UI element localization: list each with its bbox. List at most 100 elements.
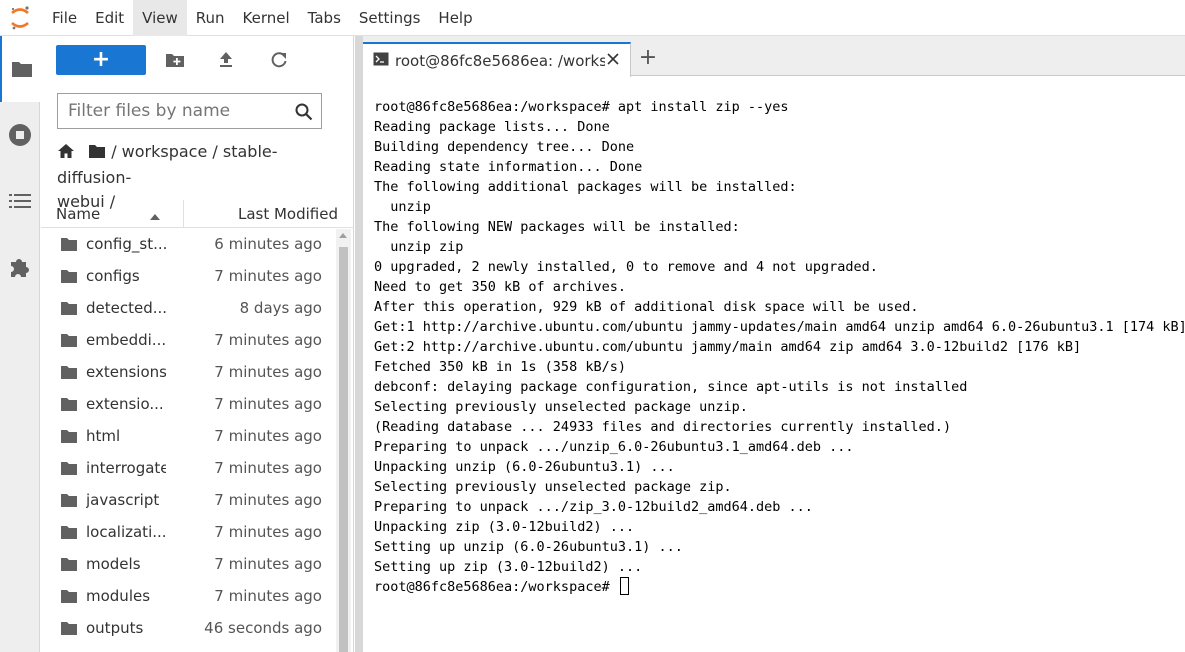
folder-icon (60, 301, 78, 320)
running-stop-icon (9, 124, 31, 146)
file-list-header: Name Last Modified (41, 200, 354, 228)
upload-icon (220, 52, 232, 67)
file-filter-input[interactable] (68, 101, 288, 121)
terminal-line: Selecting previously unselected package … (374, 479, 732, 495)
file-name: outputs (86, 619, 144, 637)
list-item[interactable]: config_st... 6 minutes ago (41, 229, 336, 261)
file-filter-box (57, 93, 322, 129)
list-item[interactable]: embeddi... 7 minutes ago (41, 325, 336, 357)
new-tab-button[interactable]: + (633, 43, 663, 73)
list-item[interactable]: modules 7 minutes ago (41, 581, 336, 613)
upload-button[interactable] (214, 48, 238, 72)
folder-icon (60, 493, 78, 512)
file-modified: 7 minutes ago (214, 331, 322, 349)
terminal-line: Setting up zip (3.0-12build2) ... (374, 559, 643, 575)
file-modified: 7 minutes ago (214, 427, 322, 445)
file-name: html (86, 427, 121, 445)
menu-kernel[interactable]: Kernel (234, 0, 299, 36)
file-browser-panel: + / workspace / st (41, 36, 354, 652)
folder-icon (60, 333, 78, 352)
new-folder-button[interactable] (163, 48, 187, 72)
main-dock-panel: root@86fc8e5686ea: /workspace + root@86f… (363, 36, 1185, 652)
column-divider[interactable] (183, 200, 184, 228)
jupyter-logo-icon (0, 0, 40, 36)
list-item[interactable]: detected... 8 days ago (41, 293, 336, 325)
terminal-output[interactable]: root@86fc8e5686ea:/workspace# apt instal… (363, 77, 1185, 652)
list-item[interactable]: extensions 7 minutes ago (41, 357, 336, 389)
terminal-icon (373, 51, 389, 70)
file-name: interrogate (86, 459, 166, 477)
folder-icon (11, 62, 32, 77)
file-modified: 6 minutes ago (214, 235, 322, 253)
panel-splitter[interactable] (355, 36, 363, 652)
menu-settings[interactable]: Settings (350, 0, 430, 36)
file-name: models (86, 555, 141, 573)
tab-terminal[interactable]: root@86fc8e5686ea: /workspace (363, 42, 631, 77)
list-item[interactable]: html 7 minutes ago (41, 421, 336, 453)
terminal-cursor (619, 577, 629, 595)
file-list: config_st... 6 minutes ago configs 7 minute… (41, 229, 336, 652)
file-modified: 7 minutes ago (214, 395, 322, 413)
file-modified: 7 minutes ago (214, 523, 322, 541)
file-modified: 7 minutes ago (214, 555, 322, 573)
menu-tabs[interactable]: Tabs (299, 0, 350, 36)
table-of-contents-tab[interactable] (0, 168, 40, 234)
terminal-line: Building dependency tree... Done (374, 139, 635, 155)
activity-bar (0, 36, 41, 652)
folder-icon (60, 461, 78, 480)
list-item[interactable]: configs 7 minutes ago (41, 261, 336, 293)
list-item[interactable]: javascript 7 minutes ago (41, 485, 336, 517)
scroll-up-arrow-icon[interactable] (339, 233, 347, 238)
plus-icon: + (91, 47, 111, 72)
menu-edit[interactable]: Edit (86, 0, 133, 36)
file-name: javascript (86, 491, 160, 509)
scrollbar-thumb[interactable] (339, 247, 348, 652)
terminal-line: Preparing to unpack .../zip_3.0-12build2… (374, 499, 813, 515)
list-item[interactable]: interrogate 7 minutes ago (41, 453, 336, 485)
tab-bar: root@86fc8e5686ea: /workspace + (363, 36, 1185, 77)
terminal-line: Get:1 http://archive.ubuntu.com/ubuntu j… (374, 319, 1185, 335)
menu-help[interactable]: Help (429, 0, 481, 36)
file-name: detected... (86, 299, 166, 317)
terminal-line: Need to get 350 kB of archives. (374, 279, 626, 295)
last-modified-column-header[interactable]: Last Modified (238, 205, 338, 223)
search-icon (295, 103, 313, 125)
file-modified: 46 seconds ago (204, 619, 322, 637)
root-folder-icon[interactable] (88, 142, 106, 166)
terminal-line: Unpacking unzip (6.0-26ubuntu3.1) ... (374, 459, 675, 475)
menu-view[interactable]: View (133, 0, 187, 36)
home-icon[interactable] (57, 142, 75, 166)
terminal-line: (Reading database ... 24933 files and di… (374, 419, 952, 435)
file-modified: 7 minutes ago (214, 267, 322, 285)
folder-icon (60, 429, 78, 448)
file-name: modules (86, 587, 151, 605)
plus-icon: + (638, 45, 658, 70)
name-column-header[interactable]: Name (56, 205, 100, 223)
terminal-line: unzip zip (374, 239, 464, 255)
list-item[interactable]: localizati... 7 minutes ago (41, 517, 336, 549)
refresh-button[interactable] (267, 48, 291, 72)
menu-file[interactable]: File (43, 0, 86, 36)
puzzle-icon (11, 259, 29, 277)
menu-run[interactable]: Run (187, 0, 234, 36)
close-icon[interactable] (606, 51, 620, 70)
running-sessions-tab[interactable] (0, 102, 40, 168)
file-browser-tab[interactable] (0, 36, 41, 102)
list-item[interactable]: outputs 46 seconds ago (41, 613, 336, 645)
new-launcher-button[interactable]: + (56, 45, 146, 75)
file-name: configs (86, 267, 140, 285)
file-list-scrollbar[interactable] (336, 229, 351, 652)
terminal-line: Reading package lists... Done (374, 119, 610, 135)
terminal-line: debconf: delaying package configuration,… (374, 379, 968, 395)
terminal-line: Unpacking zip (3.0-12build2) ... (374, 519, 635, 535)
terminal-line: unzip (374, 199, 431, 215)
list-item[interactable]: models 7 minutes ago (41, 549, 336, 581)
terminal-prompt: root@86fc8e5686ea:/workspace# (374, 579, 618, 595)
terminal-line: root@86fc8e5686ea:/workspace# apt instal… (374, 99, 789, 115)
folder-icon (60, 397, 78, 416)
list-item[interactable]: extensio... 7 minutes ago (41, 389, 336, 421)
terminal-line: Get:2 http://archive.ubuntu.com/ubuntu j… (374, 339, 1082, 355)
extensions-tab[interactable] (0, 234, 40, 300)
file-name: config_st... (86, 235, 166, 253)
file-modified: 8 days ago (239, 299, 322, 317)
